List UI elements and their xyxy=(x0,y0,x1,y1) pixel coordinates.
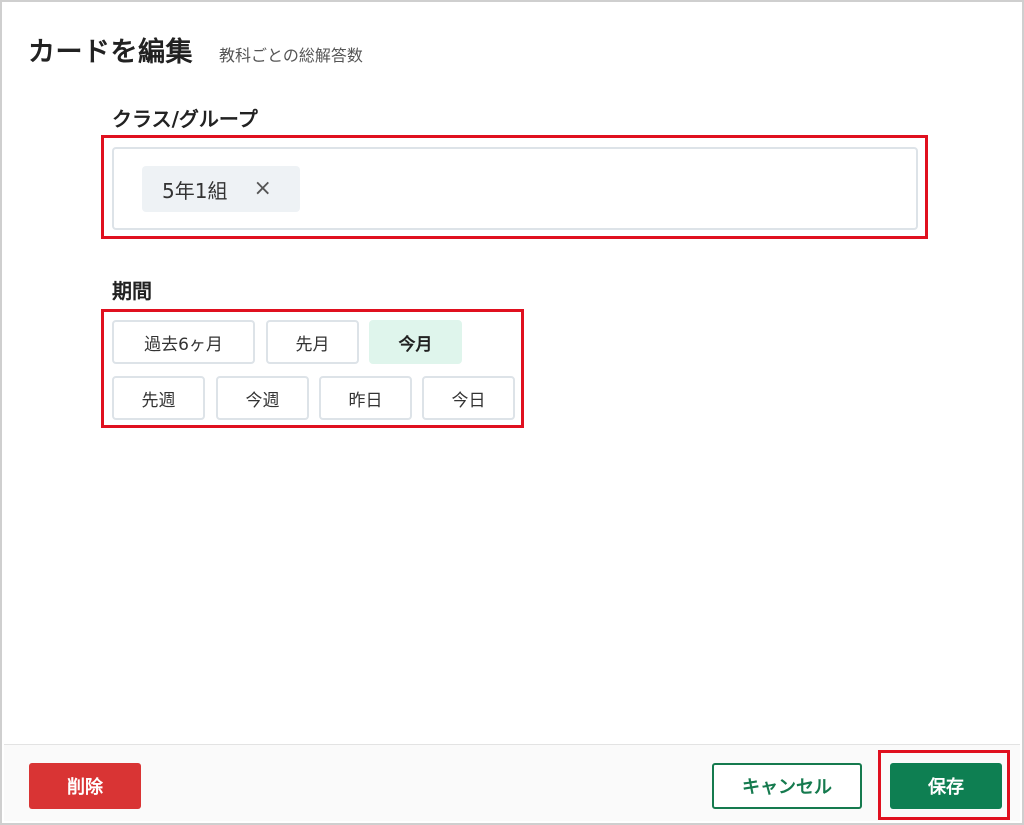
dialog-footer xyxy=(4,745,1020,821)
period-label: 期間 xyxy=(112,279,152,303)
period-highlight-box xyxy=(101,309,524,428)
class-group-label: クラス/グループ xyxy=(112,107,258,131)
dialog-title: カードを編集 xyxy=(28,37,193,68)
dialog-header: カードを編集 教科ごとの総解答数 xyxy=(28,30,363,69)
class-group-highlight-box xyxy=(101,135,928,239)
dialog-subtitle: 教科ごとの総解答数 xyxy=(219,46,363,65)
cancel-button[interactable]: キャンセル xyxy=(712,763,862,809)
footer-divider xyxy=(4,744,1020,745)
save-highlight-box xyxy=(878,750,1010,820)
delete-button[interactable]: 削除 xyxy=(29,763,141,809)
